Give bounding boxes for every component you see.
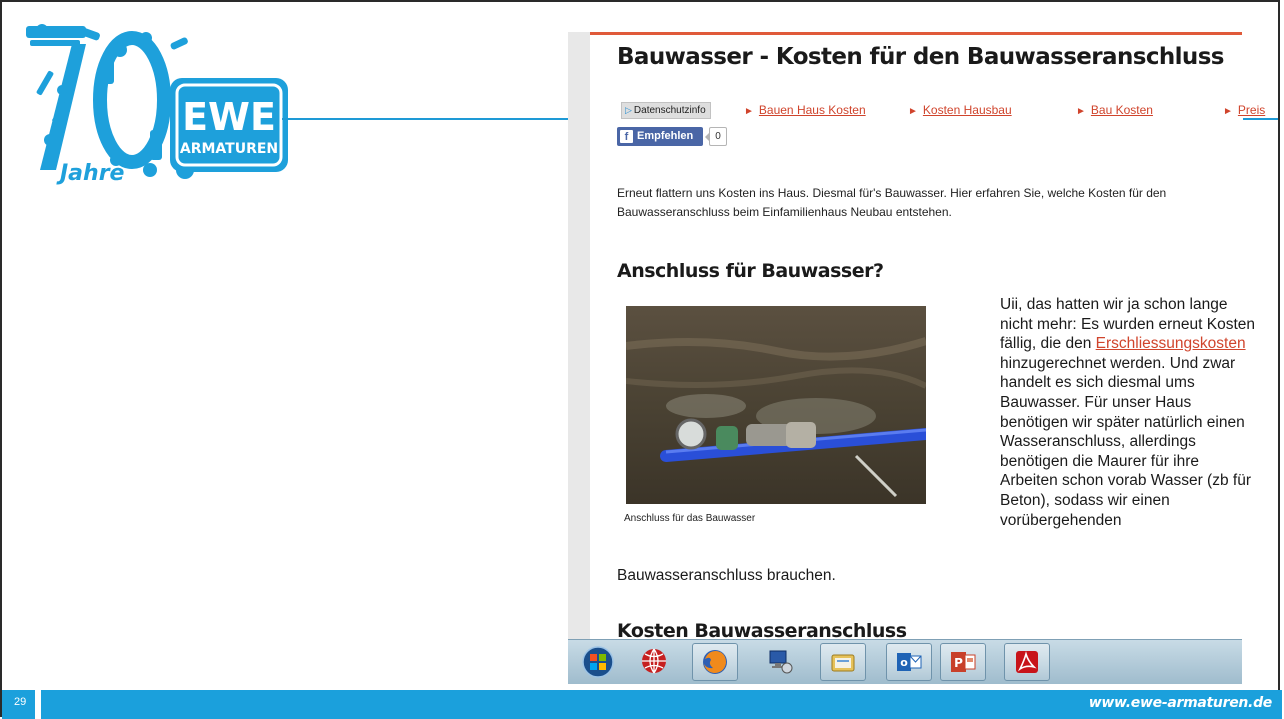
play-icon: ▷	[625, 105, 632, 115]
page-top-accent	[590, 32, 1242, 35]
slide-footer: 29 www.ewe-armaturen.de	[2, 690, 1282, 719]
facebook-recommend-label: Empfehlen	[637, 130, 694, 142]
network-globe-icon	[642, 648, 666, 674]
footer-divider	[35, 690, 41, 719]
svg-text:o: o	[900, 656, 908, 669]
svg-text:P: P	[954, 656, 963, 670]
facebook-icon: f	[620, 130, 633, 143]
taskbar-acrobat[interactable]	[1004, 643, 1050, 681]
side-text-after: hinzugerechnet werden. Und zwar handelt …	[1000, 354, 1251, 529]
ewe-70-jahre-logo: EWE ARMATUREN Jahre	[26, 24, 288, 186]
triangle-right-icon: ►	[908, 106, 918, 117]
nav-link-kosten-hausbau[interactable]: ► Kosten Hausbau	[908, 103, 1012, 117]
datenschutz-button[interactable]: ▷ Datenschutzinfo	[621, 102, 711, 119]
article-nav-row: ▷ Datenschutzinfo ► Bauen Haus Kosten ► Kos…	[617, 102, 1265, 120]
triangle-right-icon: ►	[1076, 106, 1086, 117]
nav-link-label: Kosten Hausbau	[922, 103, 1012, 117]
firefox-icon	[703, 650, 727, 674]
browser-scroll-gutter	[568, 32, 590, 682]
section-heading-anschluss: Anschluss für Bauwasser?	[617, 260, 884, 282]
intro-paragraph: Erneut flattern uns Kosten ins Haus. Die…	[617, 186, 1167, 219]
nav-link-label: Bau Kosten	[1090, 103, 1153, 117]
triangle-right-icon: ►	[1223, 106, 1233, 117]
start-button[interactable]	[576, 643, 620, 679]
facebook-recommend-button[interactable]: f Empfehlen	[617, 127, 703, 146]
body-paragraph-tail: Bauwasseranschluss brauchen.	[617, 567, 836, 584]
erschliessungskosten-link[interactable]: Erschliessungskosten	[1096, 335, 1246, 352]
file-explorer-icon	[831, 654, 855, 672]
nav-link-label: Preis	[1237, 103, 1266, 117]
start-orb-icon	[582, 646, 614, 678]
logo-brand-top: EWE	[182, 95, 276, 139]
slide: EWE ARMATUREN Jahre Bauwasser - Kosten f…	[0, 0, 1282, 719]
slide-number: 29	[14, 696, 27, 708]
remote-desktop-icon	[769, 650, 793, 674]
taskbar-powerpoint[interactable]: P	[940, 643, 986, 681]
acrobat-icon	[1016, 651, 1038, 673]
taskbar-firefox[interactable]	[692, 643, 738, 681]
nav-link-bau-kosten[interactable]: ► Bau Kosten	[1076, 103, 1153, 117]
footer-website: www.ewe-armaturen.de	[1088, 695, 1273, 711]
logo-brand-bottom: ARMATUREN	[180, 141, 278, 157]
header-rule	[282, 118, 572, 120]
powerpoint-icon: P	[951, 652, 976, 672]
taskbar-remote-desktop[interactable]	[758, 643, 802, 679]
photo-caption: Anschluss für das Bauwasser	[624, 513, 756, 524]
nav-link-preis[interactable]: ► Preis	[1223, 103, 1265, 117]
taskbar-outlook[interactable]: o	[886, 643, 932, 681]
water-meter-photo	[626, 306, 926, 504]
nav-link-label: Bauen Haus Kosten	[758, 103, 866, 117]
page-title: Bauwasser - Kosten für den Bauwasseransc…	[617, 44, 1224, 70]
windows-taskbar: o P	[568, 639, 1242, 684]
outlook-icon: o	[897, 653, 922, 671]
facebook-count: 0	[705, 127, 727, 146]
datenschutz-label: Datenschutzinfo	[633, 105, 706, 116]
nav-link-bauen-haus-kosten[interactable]: ► Bauen Haus Kosten	[744, 103, 866, 117]
triangle-right-icon: ►	[744, 106, 754, 117]
taskbar-explorer[interactable]	[820, 643, 866, 681]
taskbar-network[interactable]	[632, 643, 676, 679]
logo-years-word: Jahre	[56, 161, 125, 186]
side-paragraph: Uii, das hatten wir ja schon lange nicht…	[1000, 295, 1260, 530]
